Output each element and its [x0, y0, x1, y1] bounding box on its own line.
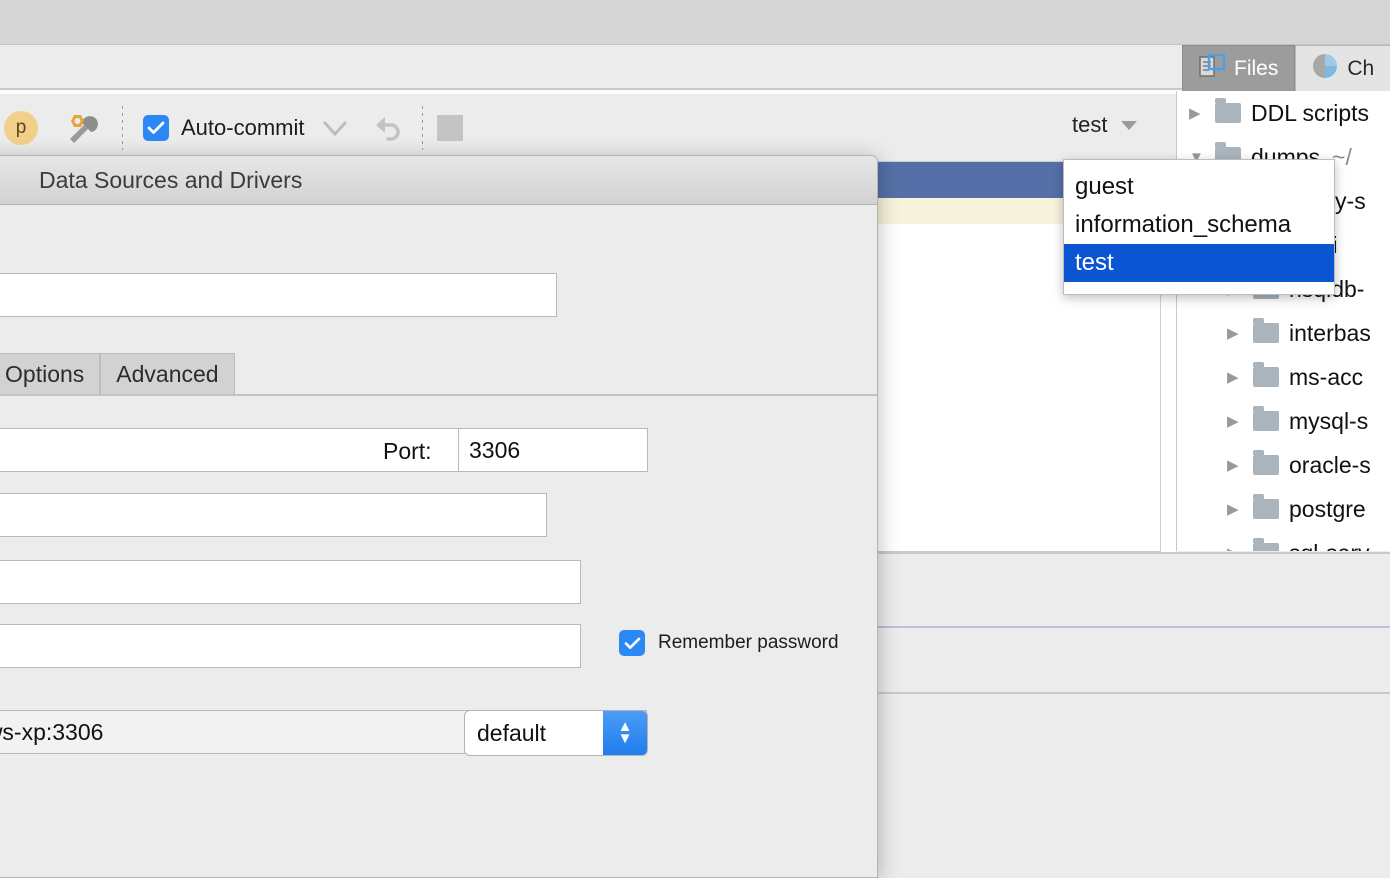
tree-item[interactable]: ▶ postgre: [1177, 487, 1390, 531]
divider: [0, 394, 877, 396]
remember-password-row[interactable]: Remember password: [619, 630, 839, 656]
tree-item-label: interbas: [1289, 319, 1371, 346]
port-label: Port:: [383, 438, 432, 464]
editor-lower-area: [876, 552, 1390, 878]
rollback-icon[interactable]: [372, 113, 404, 143]
dropdown-item-label: guest: [1075, 173, 1134, 200]
data-sources-dialog: Data Sources and Drivers vmws-xp SLSchem…: [0, 155, 878, 878]
dialog-tab-options[interactable]: Options: [0, 353, 101, 395]
tree-item-label: oracle-s: [1289, 451, 1371, 478]
wrench-icon[interactable]: [64, 112, 98, 144]
stop-icon[interactable]: [437, 114, 464, 141]
driver-stepper[interactable]: default ▲ ▼: [464, 710, 648, 756]
tree-item[interactable]: ▶ sql-serv: [1177, 531, 1390, 551]
triangle-right-icon[interactable]: ▶: [1227, 544, 1253, 551]
database-input[interactable]: [0, 493, 547, 537]
dropdown-item[interactable]: guest: [1064, 168, 1334, 206]
triangle-right-icon[interactable]: ▶: [1227, 456, 1253, 474]
remember-password-label: Remember password: [658, 632, 839, 653]
tree-item-label: sql-serv: [1289, 540, 1370, 552]
tree-item-label: postgre: [1289, 495, 1366, 522]
tree-item[interactable]: ▶ ms-acc: [1177, 355, 1390, 399]
tree-item-label: DDL scripts: [1251, 99, 1369, 126]
dialog-tab-label: Options: [5, 361, 85, 387]
tree-item[interactable]: ▶ mysql-s: [1177, 399, 1390, 443]
database-dropdown-popup[interactable]: guest information_schematest: [1063, 159, 1335, 295]
tab-charts[interactable]: Ch: [1295, 45, 1390, 91]
main-toolbar: p Auto-commit: [0, 94, 1175, 162]
dialog-tab-label: Advanced: [116, 361, 219, 387]
dropdown-item-label: test: [1075, 249, 1114, 276]
stepper-arrows-icon[interactable]: ▲ ▼: [603, 711, 647, 755]
divider: [876, 552, 1390, 554]
folder-icon: [1215, 98, 1241, 123]
folder-icon: [1253, 450, 1279, 475]
triangle-right-icon[interactable]: ▶: [1189, 104, 1215, 122]
dropdown-item[interactable]: information_schema: [1064, 206, 1334, 244]
autocommit-label: Auto-commit: [181, 114, 305, 140]
toolbar-separator: [122, 105, 123, 150]
chevron-down-icon[interactable]: [320, 117, 350, 139]
avatar[interactable]: p: [4, 110, 38, 145]
tree-item-path: ~/: [1332, 143, 1352, 170]
tree-item-label: ms-acc: [1289, 363, 1364, 390]
tab-files-label: Files: [1234, 56, 1279, 80]
dialog-tabs: SLSchemasOptionsAdvanced: [0, 353, 235, 395]
triangle-right-icon[interactable]: ▶: [1227, 500, 1253, 518]
tool-window-tabs: Files Ch: [1182, 45, 1390, 91]
window-titlebar: [0, 0, 1390, 45]
folder-icon: [1253, 494, 1279, 519]
database-selector[interactable]: test: [1072, 112, 1139, 138]
autocommit-checkbox[interactable]: [143, 114, 169, 141]
port-input[interactable]: 3306: [458, 428, 648, 472]
tree-item-label: mysql-s: [1289, 407, 1369, 434]
dialog-tab-advanced[interactable]: Advanced: [100, 353, 235, 395]
dialog-title: Data Sources and Drivers: [0, 156, 877, 205]
name-input[interactable]: vmws-xp: [0, 273, 557, 317]
driver-stepper-value: default: [477, 719, 547, 746]
folder-icon: [1253, 362, 1279, 387]
password-input[interactable]: idden>: [0, 624, 581, 668]
tab-files[interactable]: Files: [1182, 45, 1296, 91]
user-input[interactable]: uest: [0, 560, 581, 604]
triangle-right-icon[interactable]: ▶: [1227, 324, 1253, 342]
database-selector-value: test: [1072, 112, 1108, 137]
remember-password-checkbox[interactable]: [619, 630, 645, 656]
files-icon: [1199, 53, 1226, 84]
triangle-down-icon: [1119, 112, 1139, 138]
tree-item[interactable]: ▶ oracle-s: [1177, 443, 1390, 487]
tree-item[interactable]: ▶ interbas: [1177, 311, 1390, 355]
dropdown-item-label: information_schema: [1075, 211, 1292, 238]
folder-icon: [1253, 406, 1279, 431]
triangle-right-icon[interactable]: ▶: [1227, 368, 1253, 386]
pie-chart-icon: [1312, 53, 1338, 85]
divider: [876, 692, 1390, 694]
divider: [876, 626, 1390, 628]
toolbar-separator: [422, 105, 424, 150]
folder-icon: [1253, 538, 1279, 551]
app-window: Files Ch p Auto-commit test ▶ DDL script…: [0, 0, 1390, 878]
tree-item[interactable]: ▶ DDL scripts: [1177, 91, 1390, 135]
tab-charts-label: Ch: [1347, 56, 1375, 80]
triangle-right-icon[interactable]: ▶: [1227, 412, 1253, 430]
folder-icon: [1253, 318, 1279, 343]
dropdown-item[interactable]: test: [1064, 244, 1334, 282]
